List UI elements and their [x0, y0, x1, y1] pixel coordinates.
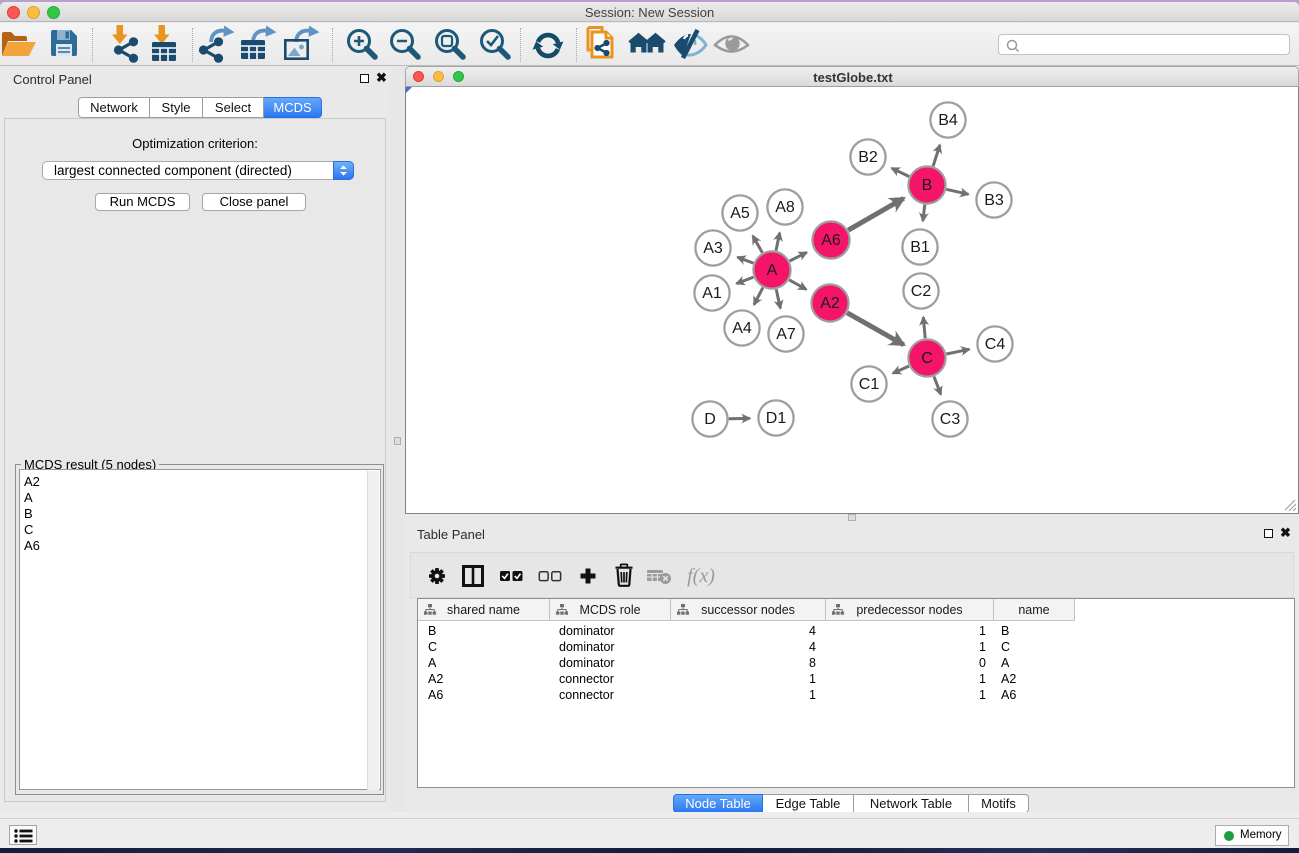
- svg-text:A1: A1: [702, 285, 722, 302]
- svg-text:A5: A5: [730, 205, 750, 222]
- svg-text:A8: A8: [775, 199, 795, 216]
- svg-text:B4: B4: [938, 112, 958, 129]
- svg-text:A4: A4: [732, 320, 752, 337]
- svg-text:B1: B1: [910, 239, 930, 256]
- svg-text:C1: C1: [859, 376, 880, 393]
- svg-text:C: C: [921, 350, 933, 367]
- svg-text:B2: B2: [858, 149, 878, 166]
- svg-text:B: B: [922, 177, 933, 194]
- svg-text:f(x): f(x): [687, 565, 715, 587]
- svg-text:A2: A2: [820, 295, 840, 312]
- svg-text:C2: C2: [911, 283, 932, 300]
- svg-text:C4: C4: [985, 336, 1006, 353]
- svg-text:A3: A3: [703, 240, 723, 257]
- svg-text:D1: D1: [766, 410, 787, 427]
- svg-text:A6: A6: [821, 232, 841, 249]
- svg-text:A7: A7: [776, 326, 796, 343]
- svg-text:A: A: [767, 262, 778, 279]
- svg-text:C3: C3: [940, 411, 961, 428]
- svg-text:D: D: [704, 411, 716, 428]
- svg-text:B3: B3: [984, 192, 1004, 209]
